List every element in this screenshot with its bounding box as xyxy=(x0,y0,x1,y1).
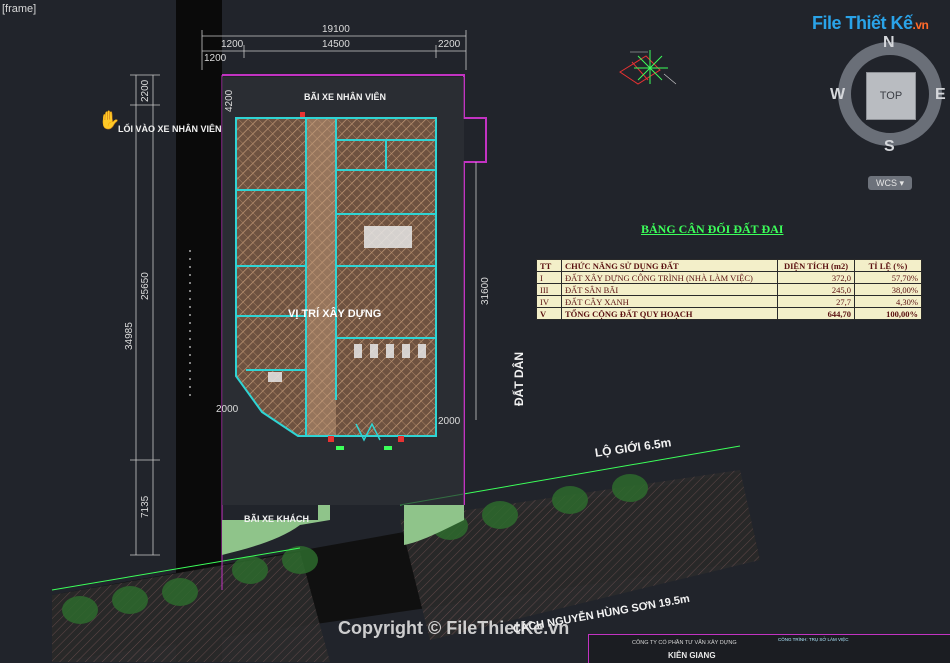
table-cell: 57,70% xyxy=(854,271,922,284)
table-cell: III xyxy=(536,283,562,296)
dim-top-right: 2200 xyxy=(438,39,461,50)
viewcube-top-face[interactable]: TOP xyxy=(866,72,916,120)
staff-parking-label: BÃI XE NHÂN VIÊN xyxy=(304,92,387,102)
table-row: IV ĐẤT CÂY XANH 27,7 4,30% xyxy=(536,295,922,308)
dim-top-total: 19100 xyxy=(322,24,350,35)
dim-top-left2: 1200 xyxy=(204,53,227,64)
table-cell: ĐẤT XÂY DỰNG CÔNG TRÌNH (NHÀ LÀM VIỆC) xyxy=(561,271,778,284)
entry-label: LỐI VÀO XE NHÂN VIÊN xyxy=(118,124,222,134)
table-cell: 644,70 xyxy=(777,307,855,320)
dim-top-mid: 14500 xyxy=(322,39,350,50)
table-cell: IV xyxy=(536,295,562,308)
viewcube-west[interactable]: W xyxy=(830,86,845,104)
dim-top-left: 1200 xyxy=(221,39,244,50)
wcs-menu-button[interactable]: WCS ▾ xyxy=(868,176,912,190)
title-block-project: CÔNG TRÌNH: TRỤ SỞ LÀM VIỆC xyxy=(778,637,849,642)
table-cell: 372,0 xyxy=(777,271,855,284)
table-cell: 100,00% xyxy=(854,307,922,320)
table-cell: 38,00% xyxy=(854,283,922,296)
table-row: I ĐẤT XÂY DỰNG CÔNG TRÌNH (NHÀ LÀM VIỆC)… xyxy=(536,271,922,284)
dim-inner-a: 2000 xyxy=(216,404,239,415)
hand-pan-icon: ✋ xyxy=(98,110,121,130)
viewcube-north[interactable]: N xyxy=(883,34,895,52)
table-cell: 4,30% xyxy=(854,295,922,308)
table-header-row: TT CHỨC NĂNG SỬ DỤNG ĐẤT DIỆN TÍCH (m2) … xyxy=(536,259,922,272)
copyright-watermark: Copyright © FileThietKe.vn xyxy=(338,618,570,638)
filethietke-logo: File Thiết Kế.vn xyxy=(812,13,929,33)
table-cell: ĐẤT SÂN BÃI xyxy=(561,283,778,296)
table-header: CHỨC NĂNG SỬ DỤNG ĐẤT xyxy=(561,259,778,272)
table-cell: ĐẤT CÂY XANH xyxy=(561,295,778,308)
table-cell: TỔNG CỘNG ĐẤT QUY HOẠCH xyxy=(561,307,778,320)
table-cell: 245,0 xyxy=(777,283,855,296)
title-block-company: CÔNG TY CỔ PHẦN TƯ VẤN XÂY DỰNG xyxy=(632,640,737,646)
table-header: TT xyxy=(536,259,562,272)
dim-inner-b: 2000 xyxy=(438,416,461,427)
dim-left-d: 7135 xyxy=(140,495,151,518)
dim-left-inner: 4200 xyxy=(224,89,235,112)
land-table-title: BẢNG CÂN ĐỐI ĐẤT ĐAI xyxy=(641,222,784,236)
drawing-title-block xyxy=(588,634,950,663)
table-row-total: V TỔNG CỘNG ĐẤT QUY HOẠCH 644,70 100,00% xyxy=(536,307,922,320)
table-row: III ĐẤT SÂN BÃI 245,0 38,00% xyxy=(536,283,922,296)
dim-left-a: 2200 xyxy=(140,79,151,102)
table-cell: I xyxy=(536,271,562,284)
dim-right-main: 31600 xyxy=(480,277,491,305)
table-header: TỈ LỆ (%) xyxy=(854,259,922,272)
dim-left-b: 25650 xyxy=(140,272,151,300)
site-location-label: VỊ TRÍ XÂY DỰNG xyxy=(288,308,382,320)
viewcube-east[interactable]: E xyxy=(935,86,946,104)
title-block-company-name: KIÊN GIANG xyxy=(668,651,716,660)
land-balance-table: TT CHỨC NĂNG SỬ DỤNG ĐẤT DIỆN TÍCH (m2) … xyxy=(536,259,922,320)
neighbor-land-label: ĐẤT DÂN xyxy=(512,352,526,406)
table-cell: 27,7 xyxy=(777,295,855,308)
dim-left-c: 34985 xyxy=(124,322,135,350)
table-cell: V xyxy=(536,307,562,320)
table-header: DIỆN TÍCH (m2) xyxy=(777,259,855,272)
guest-parking-label: BÃI XE KHÁCH xyxy=(244,514,310,524)
viewcube-south[interactable]: S xyxy=(884,138,895,156)
